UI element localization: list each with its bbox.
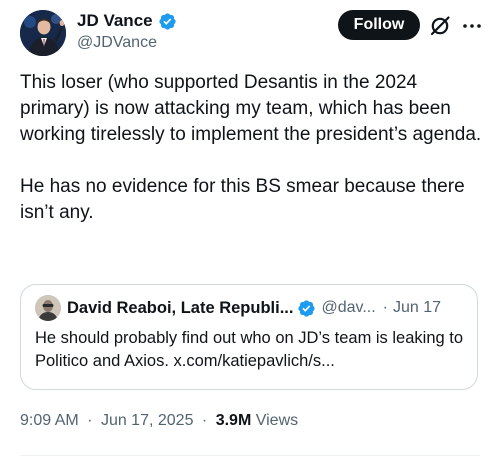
author-avatar[interactable]: [20, 10, 66, 56]
quoted-separator: ·: [382, 299, 388, 316]
quoted-verified-badge-icon: [298, 299, 316, 317]
quoted-author-handle: @dav...: [321, 299, 376, 316]
tweet-meta: 9:09 AM · Jun 17, 2025 · 3.9M Views: [20, 412, 298, 430]
quoted-avatar-photo-icon: [35, 295, 61, 321]
quoted-author-display-name: David Reaboi, Late Republi...: [67, 298, 294, 317]
quoted-tweet-card[interactable]: David Reaboi, Late Republi... @dav... · …: [20, 284, 478, 390]
more-options-icon[interactable]: [460, 14, 484, 38]
tweet-text: This loser (who supported Desantis in th…: [20, 70, 482, 226]
quoted-tweet-text: He should probably find out who on JD’s …: [35, 329, 464, 370]
tweet-paragraph-1: This loser (who supported Desantis in th…: [20, 72, 482, 145]
follow-button[interactable]: Follow: [338, 10, 420, 40]
avatar-photo-icon: [20, 10, 66, 56]
quoted-date: Jun 17: [392, 299, 442, 316]
grok-icon[interactable]: [428, 14, 452, 38]
meta-separator-2: ·: [201, 412, 208, 429]
tweet-date[interactable]: Jun 17, 2025: [101, 412, 194, 429]
tweet: JD Vance @JDVance Follow This loser (who…: [0, 0, 500, 461]
divider: [20, 455, 480, 456]
author-names: JD Vance @JDVance: [77, 10, 177, 52]
quoted-author-avatar[interactable]: [35, 295, 61, 321]
author-name-row: JD Vance: [77, 10, 177, 32]
author-handle[interactable]: @JDVance: [77, 34, 177, 52]
tweet-header: JD Vance @JDVance Follow: [20, 8, 488, 58]
views-label: Views: [255, 412, 299, 429]
tweet-time[interactable]: 9:09 AM: [20, 412, 79, 429]
verified-badge-icon: [158, 12, 176, 30]
author-display-name[interactable]: JD Vance: [77, 11, 153, 31]
quoted-tweet-header: David Reaboi, Late Republi... @dav... · …: [35, 295, 467, 321]
tweet-paragraph-2: He has no evidence for this BS smear bec…: [20, 176, 465, 223]
views-count: 3.9M: [215, 412, 252, 429]
meta-separator: ·: [87, 412, 93, 429]
